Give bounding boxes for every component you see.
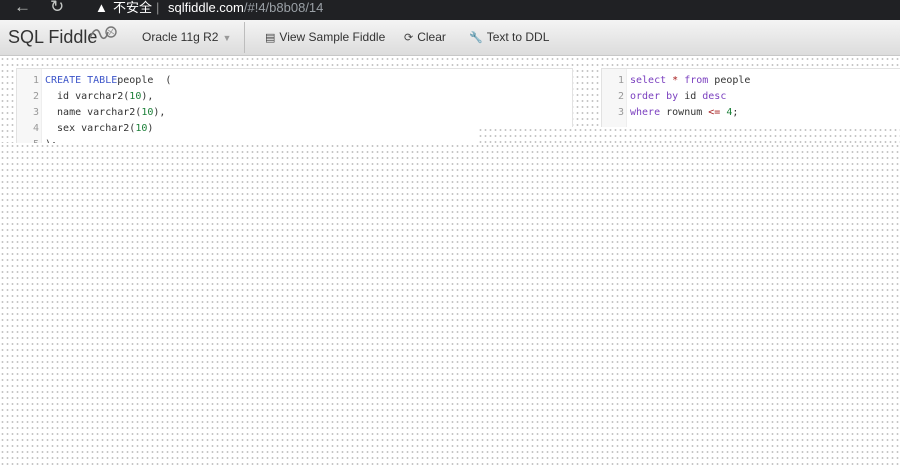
- line-number: 4: [32, 123, 39, 134]
- query-line[interactable]: 2 order by id desc: [602, 89, 900, 105]
- fiddle-logo-icon: [89, 26, 117, 40]
- database-select-label: Oracle 11g R2: [142, 30, 219, 44]
- code-token: ;: [732, 107, 739, 118]
- code-token: 10: [141, 107, 154, 118]
- code-token: select: [630, 75, 667, 86]
- code-token: name varchar2(: [45, 107, 142, 118]
- text-to-ddl-label: Text to DDL: [486, 30, 550, 44]
- schema-line[interactable]: 1 CREATE TABLEpeople (: [17, 73, 572, 89]
- line-number: 1: [32, 75, 39, 86]
- code-text: id varchar2(10),: [45, 89, 153, 105]
- code-token: order by: [630, 91, 679, 102]
- code-token: 10: [129, 91, 142, 102]
- text-to-ddl-button[interactable]: 🔧 Text to DDL: [469, 29, 549, 46]
- code-token: sex varchar2(: [45, 123, 136, 134]
- clear-label: Clear: [417, 30, 446, 44]
- code-token: CREATE TABLE: [45, 75, 118, 86]
- brand-title[interactable]: SQL Fiddle: [8, 26, 97, 48]
- code-token: from: [684, 75, 709, 86]
- database-select[interactable]: Oracle 11g R2 ▼: [142, 29, 231, 46]
- code-token: ),: [153, 107, 166, 118]
- schema-line[interactable]: 3 name varchar2(10),: [17, 105, 572, 121]
- main-content: 1 CREATE TABLEpeople (2 id varchar2(10), 3…: [0, 56, 900, 466]
- code-text: name varchar2(10),: [45, 105, 165, 121]
- code-text: sex varchar2(10): [45, 121, 153, 137]
- url-host: sqlfiddle.com: [168, 0, 244, 15]
- code-token: people (: [117, 75, 172, 86]
- app-navbar: SQL Fiddle Oracle 11g R2 ▼ ▤ View Sample F…: [0, 20, 900, 56]
- line-number: 3: [32, 107, 39, 118]
- code-token: rownum: [660, 107, 709, 118]
- code-text: select * from people: [630, 73, 750, 89]
- code-text: CREATE TABLEpeople (: [45, 73, 171, 89]
- query-line[interactable]: 1 select * from people: [602, 73, 900, 89]
- insecure-label[interactable]: 不安全: [113, 0, 152, 16]
- code-token: people: [708, 75, 751, 86]
- code-token: *: [666, 75, 685, 86]
- line-number: 1: [617, 75, 624, 86]
- code-token: desc: [702, 91, 727, 102]
- code-token: id: [678, 91, 703, 102]
- line-number: 2: [617, 91, 624, 102]
- url-path: /#!4/b8b08/14: [243, 0, 324, 15]
- view-sample-fiddle-label: View Sample Fiddle: [279, 30, 386, 44]
- view-sample-fiddle-button[interactable]: ▤ View Sample Fiddle: [265, 29, 385, 46]
- reload-icon[interactable]: ↻: [50, 0, 64, 17]
- code-token: <=: [708, 107, 721, 118]
- code-token: ): [147, 123, 154, 134]
- overlay-lower: [0, 143, 900, 466]
- warning-icon[interactable]: ▲: [95, 0, 108, 16]
- code-token: id varchar2(: [45, 91, 130, 102]
- query-line[interactable]: 3 where rownum <= 4;: [602, 105, 900, 121]
- list-icon: ▤: [265, 32, 276, 44]
- code-text: order by id desc: [630, 89, 726, 105]
- browser-toolbar: ← ↻ ▲ 不安全 | sqlfiddle.com/#!4/b8b08/14: [0, 0, 900, 20]
- refresh-icon: ⟳: [404, 32, 414, 44]
- code-text: where rownum <= 4;: [630, 105, 738, 121]
- code-token: 10: [135, 123, 148, 134]
- url-separator: |: [156, 0, 160, 15]
- overlay-right-step: [478, 127, 900, 143]
- address-bar[interactable]: sqlfiddle.com/#!4/b8b08/14: [168, 0, 323, 16]
- query-editor[interactable]: 1 select * from people 2 order by id desc 3 w…: [601, 68, 900, 130]
- navbar-divider: [244, 22, 245, 53]
- code-token: where: [630, 107, 661, 118]
- schema-line[interactable]: 2 id varchar2(10),: [17, 89, 572, 105]
- line-number: 3: [617, 107, 624, 118]
- line-number: 2: [32, 91, 39, 102]
- wrench-icon: 🔧: [469, 32, 483, 44]
- code-token: ),: [141, 91, 154, 102]
- back-arrow-icon[interactable]: ←: [14, 0, 31, 17]
- caret-down-icon: ▼: [222, 33, 232, 43]
- clear-button[interactable]: ⟳ Clear: [404, 29, 446, 46]
